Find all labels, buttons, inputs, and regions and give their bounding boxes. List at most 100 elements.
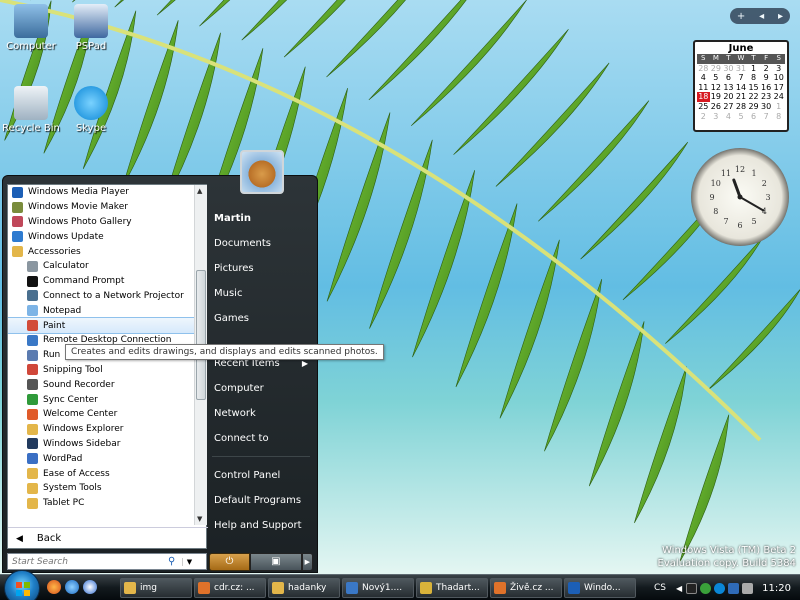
desktop-icon-skype[interactable]: Skype xyxy=(60,86,122,134)
help-and-support-link[interactable]: Help and Support xyxy=(209,513,313,538)
calendar-day[interactable]: 11 xyxy=(697,83,710,93)
calendar-day[interactable]: 7 xyxy=(760,112,773,122)
program-item-windows-photo-gallery[interactable]: Windows Photo Gallery xyxy=(8,215,194,230)
search-icon[interactable]: ⚲ xyxy=(168,556,182,567)
calendar-day[interactable]: 1 xyxy=(772,102,785,112)
program-item-tablet-pc[interactable]: Tablet PC xyxy=(8,496,194,511)
previous-gadget-button[interactable]: ◂ xyxy=(759,11,764,22)
program-item-windows-media-player[interactable]: Windows Media Player xyxy=(8,185,194,200)
tray-sync-icon[interactable] xyxy=(728,582,740,594)
calendar-day[interactable]: 1 xyxy=(747,64,760,74)
program-item-paint[interactable]: Paint xyxy=(8,317,194,334)
program-item-system-tools[interactable]: System Tools xyxy=(8,481,194,496)
search-dropdown-icon[interactable]: ▼ xyxy=(182,557,196,566)
pictures-link[interactable]: Pictures xyxy=(209,256,313,281)
start-search-input[interactable] xyxy=(8,554,168,569)
program-item-snipping-tool[interactable]: Snipping Tool xyxy=(8,363,194,378)
program-item-ease-of-access[interactable]: Ease of Access xyxy=(8,466,194,481)
desktop-icon-pspad[interactable]: PSPad xyxy=(60,4,122,52)
calendar-day[interactable]: 16 xyxy=(760,83,773,93)
computer-link[interactable]: Computer xyxy=(209,376,313,401)
calendar-day[interactable]: 6 xyxy=(722,73,735,83)
add-gadget-button[interactable]: + xyxy=(737,11,745,22)
taskbar-button[interactable]: hadanky xyxy=(268,578,340,598)
calendar-day[interactable]: 25 xyxy=(697,102,710,112)
calendar-day[interactable]: 15 xyxy=(747,83,760,93)
program-item-windows-movie-maker[interactable]: Windows Movie Maker xyxy=(8,200,194,215)
clock-gadget[interactable]: 1 2 3 4 5 6 7 8 9 10 11 12 xyxy=(691,148,789,246)
program-item-command-prompt[interactable]: Command Prompt xyxy=(8,274,194,289)
program-item-connect-to-a-network-projector[interactable]: Connect to a Network Projector xyxy=(8,289,194,304)
calendar-day[interactable]: 28 xyxy=(735,102,748,112)
user-folder-link[interactable]: Martin xyxy=(209,206,313,231)
calendar-day[interactable]: 8 xyxy=(772,112,785,122)
control-panel-link[interactable]: Control Panel xyxy=(209,463,313,488)
taskbar-button[interactable]: cdr.cz: ... xyxy=(194,578,266,598)
tray-app-icon[interactable] xyxy=(686,582,698,594)
media-player-icon[interactable] xyxy=(83,580,97,594)
internet-explorer-icon[interactable] xyxy=(65,580,79,594)
calendar-day[interactable]: 3 xyxy=(710,112,723,122)
calendar-day[interactable]: 24 xyxy=(772,92,785,102)
program-item-windows-explorer[interactable]: Windows Explorer xyxy=(8,422,194,437)
program-item-notepad[interactable]: Notepad xyxy=(8,303,194,318)
calendar-day[interactable]: 12 xyxy=(710,83,723,93)
default-programs-link[interactable]: Default Programs xyxy=(209,488,313,513)
calendar-day[interactable]: 7 xyxy=(735,73,748,83)
calendar-day[interactable]: 20 xyxy=(722,92,735,102)
user-picture-avatar[interactable] xyxy=(240,150,284,194)
games-link[interactable]: Games xyxy=(209,306,313,331)
calendar-day[interactable]: 23 xyxy=(760,92,773,102)
calendar-gadget[interactable]: June S M T W T F S 28 29 30 31 1 2 3 4 5 6 7 8 9 10 11 12 13 14 1… xyxy=(693,40,789,132)
program-item-calculator[interactable]: Calculator xyxy=(8,259,194,274)
calendar-day[interactable]: 8 xyxy=(747,73,760,83)
calendar-day[interactable]: 5 xyxy=(710,73,723,83)
calendar-day[interactable]: 2 xyxy=(697,112,710,122)
program-item-welcome-center[interactable]: Welcome Center xyxy=(8,407,194,422)
calendar-day[interactable]: 30 xyxy=(722,64,735,74)
language-indicator[interactable]: CS xyxy=(654,583,666,593)
calendar-day[interactable]: 29 xyxy=(747,102,760,112)
calendar-day[interactable]: 13 xyxy=(722,83,735,93)
calendar-day[interactable]: 27 xyxy=(722,102,735,112)
lock-button[interactable]: ▣ xyxy=(249,553,302,571)
documents-link[interactable]: Documents xyxy=(209,231,313,256)
calendar-day[interactable]: 18 xyxy=(697,92,710,102)
calendar-day[interactable]: 28 xyxy=(697,64,710,74)
firefox-icon[interactable] xyxy=(47,580,61,594)
desktop-icon-computer[interactable]: Computer xyxy=(0,4,62,52)
calendar-day[interactable]: 26 xyxy=(710,102,723,112)
program-item-windows-sidebar[interactable]: Windows Sidebar xyxy=(8,437,194,452)
taskbar-button[interactable]: Thadart... xyxy=(416,578,488,598)
calendar-day[interactable]: 3 xyxy=(772,64,785,74)
calendar-day[interactable]: 19 xyxy=(710,92,723,102)
calendar-day[interactable]: 6 xyxy=(747,112,760,122)
program-item-sound-recorder[interactable]: Sound Recorder xyxy=(8,377,194,392)
taskbar-button[interactable]: Windo... xyxy=(564,578,636,598)
calendar-day[interactable]: 21 xyxy=(735,92,748,102)
tray-volume-icon[interactable] xyxy=(742,582,754,594)
back-button[interactable]: ◀ Back xyxy=(8,527,208,549)
desktop-icon-recycle-bin[interactable]: Recycle Bin xyxy=(0,86,62,134)
program-item-windows-update[interactable]: Windows Update xyxy=(8,229,194,244)
start-search-box[interactable]: ⚲ ▼ xyxy=(7,553,207,570)
connect-to-link[interactable]: Connect to xyxy=(209,426,313,451)
tray-skype-icon[interactable] xyxy=(714,582,726,594)
show-hidden-icons-chevron-icon[interactable]: ◀ xyxy=(676,584,682,593)
calendar-day[interactable]: 30 xyxy=(760,102,773,112)
scroll-thumb[interactable] xyxy=(196,270,206,400)
program-item-sync-center[interactable]: Sync Center xyxy=(8,392,194,407)
calendar-day[interactable]: 22 xyxy=(747,92,760,102)
calendar-day[interactable]: 14 xyxy=(735,83,748,93)
network-link[interactable]: Network xyxy=(209,401,313,426)
scroll-down-arrow-icon[interactable]: ▼ xyxy=(197,515,202,523)
next-gadget-button[interactable]: ▸ xyxy=(778,11,783,22)
calendar-day[interactable]: 31 xyxy=(735,64,748,74)
start-button[interactable] xyxy=(4,570,40,600)
calendar-day[interactable]: 10 xyxy=(772,73,785,83)
scroll-up-arrow-icon[interactable]: ▲ xyxy=(197,187,202,195)
calendar-day[interactable]: 4 xyxy=(722,112,735,122)
calendar-day[interactable]: 5 xyxy=(735,112,748,122)
taskbar-button[interactable]: Nový1.... xyxy=(342,578,414,598)
calendar-day[interactable]: 4 xyxy=(697,73,710,83)
